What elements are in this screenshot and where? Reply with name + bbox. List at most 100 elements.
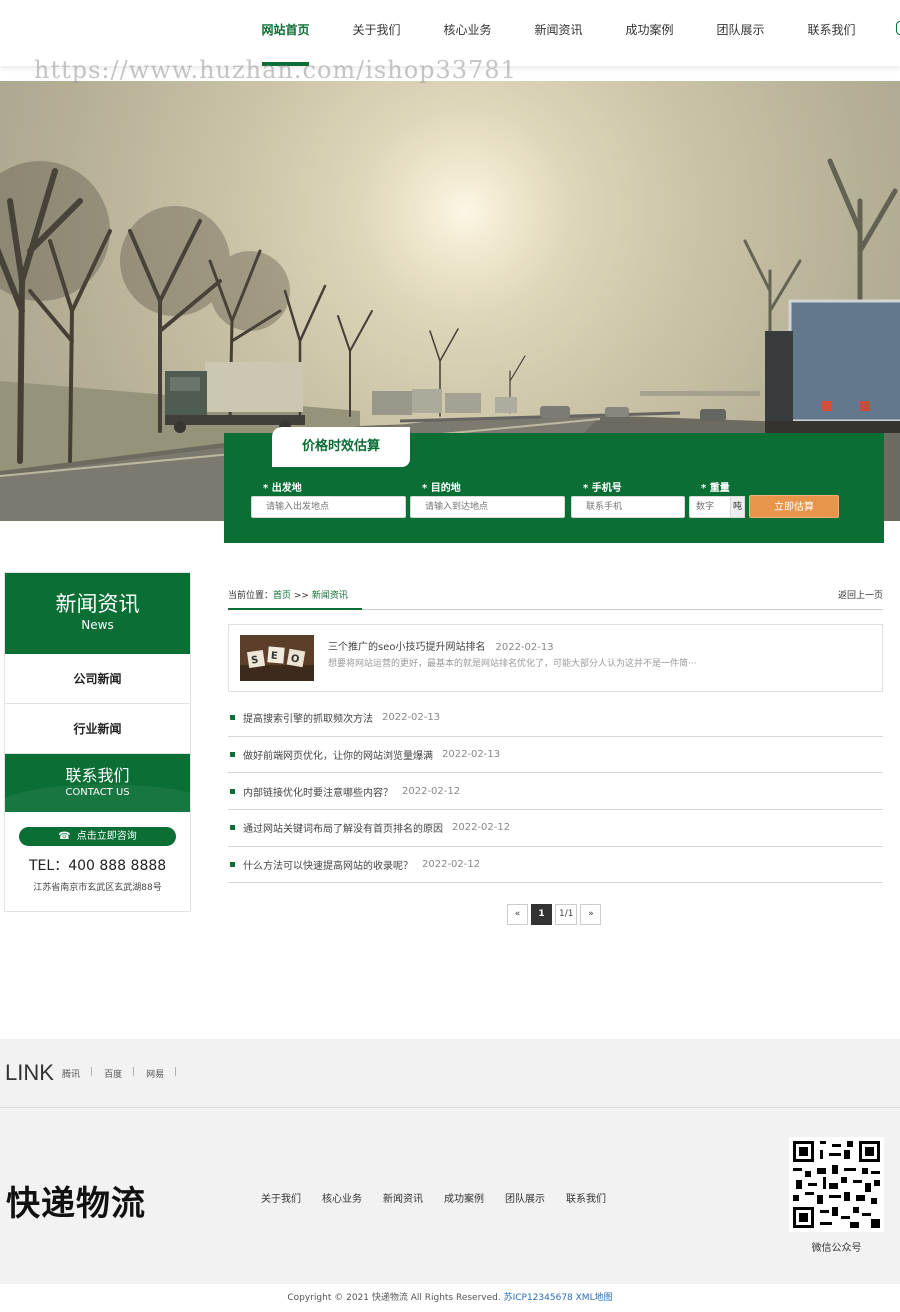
- breadcrumb-separator: >>: [291, 591, 312, 601]
- dest-label: * 目的地: [422, 483, 461, 494]
- news-date: 2022-02-12: [422, 859, 481, 871]
- xml-sitemap-link[interactable]: XML地图: [573, 1293, 613, 1303]
- qr-label: 微信公众号: [811, 1243, 862, 1254]
- link-separator: |: [90, 1067, 94, 1077]
- bullet-icon: [230, 715, 235, 721]
- telephone-icon: ☎: [58, 831, 71, 842]
- contact-subtitle: CONTACT US: [65, 787, 130, 798]
- friend-links: LINK 腾讯 | 百度 | 网易 |: [0, 1039, 900, 1108]
- consult-button[interactable]: ☎ 点击立即咨询: [19, 827, 176, 846]
- sidebar-item-industry-news[interactable]: 行业新闻: [5, 704, 190, 754]
- pager-total: 1/1: [555, 904, 578, 925]
- footer-nav-contact[interactable]: 联系我们: [566, 1190, 606, 1205]
- pager-current-page[interactable]: 1: [531, 904, 552, 925]
- back-link[interactable]: 返回上一页: [838, 588, 883, 604]
- dest-input[interactable]: [410, 496, 565, 518]
- weight-input[interactable]: [689, 496, 731, 518]
- list-item[interactable]: 做好前端网页优化，让你的网站浏览量爆满 2022-02-13: [228, 737, 883, 774]
- sidebar-subtitle: News: [81, 618, 114, 632]
- copyright-text: Copyright © 2021 快递物流 All Rights Reserve…: [287, 1293, 504, 1303]
- phone-input[interactable]: [571, 496, 685, 518]
- breadcrumb: 当前位置：首页 >> 新闻资讯 返回上一页: [228, 588, 883, 610]
- bullet-icon: [230, 825, 235, 831]
- nav-contact[interactable]: 联系我们: [786, 0, 877, 66]
- featured-date: 2022-02-13: [495, 642, 554, 653]
- list-item[interactable]: 什么方法可以快速提高网站的收录呢？ 2022-02-12: [228, 847, 883, 884]
- origin-field: * 出发地: [251, 482, 406, 518]
- news-date: 2022-02-12: [402, 785, 461, 797]
- svg-text:E: E: [270, 651, 278, 663]
- news-date: 2022-02-13: [382, 712, 441, 724]
- watermark: https://www.huzhan.com/ishop33781: [34, 56, 517, 84]
- footer-logo: 快递物流: [6, 1184, 146, 1224]
- link-tencent[interactable]: 腾讯: [62, 1067, 90, 1080]
- link-baidu[interactable]: 百度: [104, 1067, 132, 1080]
- link-separator: |: [132, 1067, 136, 1077]
- footer-nav-news[interactable]: 新闻资讯: [383, 1190, 423, 1205]
- weight-unit: 吨: [731, 496, 745, 518]
- weight-group: 吨: [689, 496, 745, 518]
- footer-nav: 关于我们 核心业务 新闻资讯 成功案例 团队展示 联系我们: [261, 1190, 627, 1205]
- featured-description: 想要将网站运营的更好，最基本的就是网站排名优化了，可能大部分人认为这并不是一件简…: [328, 659, 697, 669]
- wechat-qr-code: [789, 1137, 884, 1232]
- bullet-icon: [230, 788, 235, 794]
- featured-title-line[interactable]: 三个推广的seo小技巧提升网站排名 2022-02-13: [328, 638, 554, 653]
- phone-field: * 手机号: [571, 482, 685, 518]
- footer-nav-team[interactable]: 团队展示: [505, 1190, 545, 1205]
- svg-text:S: S: [250, 655, 259, 667]
- contact-tel: TEL：400 888 8888: [29, 858, 167, 874]
- news-date: 2022-02-13: [442, 749, 501, 761]
- links-items: 腾讯 | 百度 | 网易 |: [62, 1067, 188, 1080]
- footer-nav-cases[interactable]: 成功案例: [444, 1190, 484, 1205]
- news-date: 2022-02-12: [452, 822, 511, 834]
- estimate-tab[interactable]: 价格时效估算: [272, 427, 410, 467]
- list-item[interactable]: 提高搜索引擎的抓取频次方法 2022-02-13: [228, 700, 883, 737]
- price-estimate-panel: 价格时效估算 * 出发地 * 目的地 * 手机号 * 重量 吨 立即估算: [224, 427, 884, 543]
- nav-news[interactable]: 新闻资讯: [513, 0, 604, 66]
- list-item[interactable]: 内部链接优化时要注意哪些内容？ 2022-02-12: [228, 773, 883, 811]
- featured-article[interactable]: S E O 三个推广的seo小技巧提升网站排名 2022-02-13 想要将网站运…: [228, 624, 883, 692]
- news-title[interactable]: 通过网站关键词布局了解没有首页排名的原因: [243, 820, 443, 835]
- breadcrumb-underline: [228, 608, 362, 610]
- seo-thumbnail-image[interactable]: S E O: [240, 635, 314, 681]
- pagination: « 1 1/1 »: [507, 904, 602, 925]
- news-title[interactable]: 什么方法可以快速提高网站的收录呢？: [243, 857, 413, 872]
- consult-label: 点击立即咨询: [76, 831, 137, 842]
- list-item[interactable]: 通过网站关键词布局了解没有首页排名的原因 2022-02-12: [228, 810, 883, 847]
- icp-link[interactable]: 苏ICP12345678: [504, 1293, 573, 1303]
- footer-nav-about[interactable]: 关于我们: [261, 1190, 301, 1205]
- estimate-submit-button[interactable]: 立即估算: [749, 495, 839, 518]
- weight-label: * 重量: [701, 483, 730, 494]
- contact-address: 江苏省南京市玄武区玄武湖88号: [33, 883, 162, 893]
- sidebar: 新闻资讯 News 公司新闻 行业新闻 联系我们 CONTACT US ☎ 点击立…: [4, 572, 191, 912]
- contact-title: 联系我们: [65, 766, 130, 785]
- dest-field: * 目的地: [410, 482, 565, 518]
- breadcrumb-current[interactable]: 新闻资讯: [312, 591, 348, 601]
- phone-label: * 手机号: [583, 483, 622, 494]
- news-list: 提高搜索引擎的抓取频次方法 2022-02-13 做好前端网页优化，让你的网站浏…: [228, 700, 883, 884]
- links-title: LINK: [5, 1060, 54, 1085]
- phone-icon[interactable]: [896, 21, 900, 35]
- sidebar-title: 新闻资讯: [55, 592, 140, 616]
- origin-input[interactable]: [251, 496, 406, 518]
- bullet-icon: [230, 752, 235, 758]
- link-netease[interactable]: 网易: [146, 1067, 174, 1080]
- news-title[interactable]: 内部链接优化时要注意哪些内容？: [243, 784, 393, 799]
- breadcrumb-prefix: 当前位置：: [228, 591, 274, 601]
- site-footer: 快递物流 关于我们 核心业务 新闻资讯 成功案例 团队展示 联系我们 微信公众号: [0, 1108, 900, 1284]
- link-separator: |: [174, 1067, 178, 1077]
- pager-prev-button[interactable]: «: [507, 904, 528, 925]
- contact-header: 联系我们 CONTACT US: [5, 754, 190, 812]
- nav-cases[interactable]: 成功案例: [604, 0, 695, 66]
- footer-nav-business[interactable]: 核心业务: [322, 1190, 362, 1205]
- copyright: Copyright © 2021 快递物流 All Rights Reserve…: [0, 1290, 900, 1303]
- sidebar-item-company-news[interactable]: 公司新闻: [5, 654, 190, 704]
- bullet-icon: [230, 862, 235, 868]
- breadcrumb-home-link[interactable]: 首页: [273, 591, 291, 601]
- news-title[interactable]: 做好前端网页优化，让你的网站浏览量爆满: [243, 747, 433, 762]
- nav-team[interactable]: 团队展示: [695, 0, 786, 66]
- news-title[interactable]: 提高搜索引擎的抓取频次方法: [243, 710, 373, 725]
- pager-next-button[interactable]: »: [580, 904, 602, 925]
- origin-label: * 出发地: [263, 483, 302, 494]
- featured-title[interactable]: 三个推广的seo小技巧提升网站排名: [328, 642, 485, 653]
